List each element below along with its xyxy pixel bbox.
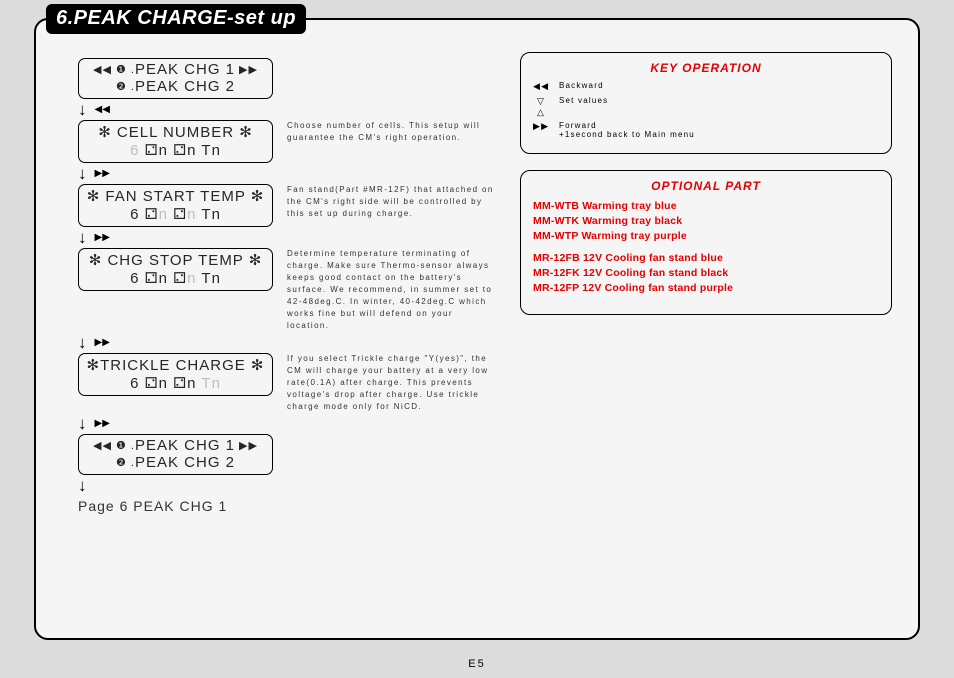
key-row: ◀◀ Backward — [533, 81, 879, 92]
back-icon: ◀◀ — [533, 81, 549, 92]
key-row: ▶▶ Forward +1second back to Main menu — [533, 121, 879, 139]
optional-item: MM-WTK Warming tray black — [533, 214, 879, 229]
forward-icon: ▶▶ — [95, 337, 110, 348]
note-chg-stop: Determine temperature terminating of cha… — [287, 248, 497, 332]
flow-arrow-5: ↓ ▶▶ — [78, 415, 502, 432]
forward-icon: ▶▶ — [95, 168, 110, 179]
optional-item: MR-12FK 12V Cooling fan stand black — [533, 266, 879, 281]
optional-item: MR-12FP 12V Cooling fan stand purple — [533, 281, 879, 296]
forward-icon: ▶▶ — [533, 121, 549, 132]
arrow-down-icon: ↓ — [78, 165, 87, 182]
arrow-down-icon: ↓ — [78, 334, 87, 351]
note-fan-start: Fan stand(Part #MR-12F) that attached on… — [287, 184, 497, 220]
optional-list: MM-WTB Warming tray blue MM-WTK Warming … — [533, 199, 879, 295]
forward-icon: ▶▶ — [95, 418, 110, 429]
panel-key-operation: KEY OPERATION ◀◀ Backward ▽ △ Set values… — [520, 52, 892, 154]
panel-optional-part: OPTIONAL PART MM-WTB Warming tray blue M… — [520, 170, 892, 314]
arrow-down-icon: ↓ — [78, 415, 87, 432]
arrow-down-icon: ↓ — [78, 477, 87, 494]
panel-title-key-operation: KEY OPERATION — [533, 61, 879, 75]
key-label: Backward — [559, 81, 604, 90]
note-trickle: If you select Trickle charge "Y(yes)", t… — [287, 353, 497, 413]
arrow-down-icon: ↓ — [78, 229, 87, 246]
flow-arrow-6: ↓ — [78, 477, 502, 494]
flow-arrow-4: ↓ ▶▶ — [78, 334, 502, 351]
lcd-trickle-charge: ✻TRICKLE CHARGE ✻ 6 ⚁n ⚁n Tn — [78, 353, 273, 396]
back-icon: ◀◀ — [95, 104, 110, 115]
note-cell-number: Choose number of cells. This setup will … — [287, 120, 497, 144]
page-number: E5 — [0, 658, 954, 670]
key-row: ▽ △ Set values — [533, 96, 879, 118]
flow-arrow-3: ↓ ▶▶ — [78, 229, 502, 246]
updown-icon: ▽ △ — [533, 96, 549, 118]
panel-title-optional: OPTIONAL PART — [533, 179, 879, 193]
content-area: ◀◀ ❶ .PEAK CHG 1 ▶▶ ❷ .PEAK CHG 2 ↓ ◀◀ ✻… — [36, 20, 918, 524]
document-frame: 6.PEAK CHARGE-set up ◀◀ ❶ .PEAK CHG 1 ▶▶… — [34, 18, 920, 640]
lcd-fan-start-temp: ✻ FAN START TEMP ✻ 6 ⚁n ⚁n Tn — [78, 184, 273, 227]
lcd-menu-peak-chg-select-bottom: ◀◀ ❶ .PEAK CHG 1 ▶▶ ❷ .PEAK CHG 2 — [78, 434, 273, 475]
side-column: KEY OPERATION ◀◀ Backward ▽ △ Set values… — [520, 52, 892, 514]
forward-icon: ▶▶ — [95, 232, 110, 243]
optional-item: MM-WTP Warming tray purple — [533, 229, 879, 244]
flow-arrow-1: ↓ ◀◀ — [78, 101, 502, 118]
flow-footer-label: Page 6 PEAK CHG 1 — [78, 498, 502, 514]
section-title: 6.PEAK CHARGE-set up — [46, 4, 306, 34]
flow-column: ◀◀ ❶ .PEAK CHG 1 ▶▶ ❷ .PEAK CHG 2 ↓ ◀◀ ✻… — [62, 58, 502, 514]
flow-arrow-2: ↓ ▶▶ — [78, 165, 502, 182]
optional-item: MR-12FB 12V Cooling fan stand blue — [533, 251, 879, 266]
optional-item: MM-WTB Warming tray blue — [533, 199, 879, 214]
key-label: Set values — [559, 96, 608, 105]
lcd-chg-stop-temp: ✻ CHG STOP TEMP ✻ 6 ⚁n ⚁n Tn — [78, 248, 273, 291]
lcd-menu-peak-chg-select-top: ◀◀ ❶ .PEAK CHG 1 ▶▶ ❷ .PEAK CHG 2 — [78, 58, 273, 99]
key-label: Forward +1second back to Main menu — [559, 121, 695, 139]
arrow-down-icon: ↓ — [78, 101, 87, 118]
lcd-cell-number: ✻ CELL NUMBER ✻ 6 ⚁n ⚁n Tn — [78, 120, 273, 163]
